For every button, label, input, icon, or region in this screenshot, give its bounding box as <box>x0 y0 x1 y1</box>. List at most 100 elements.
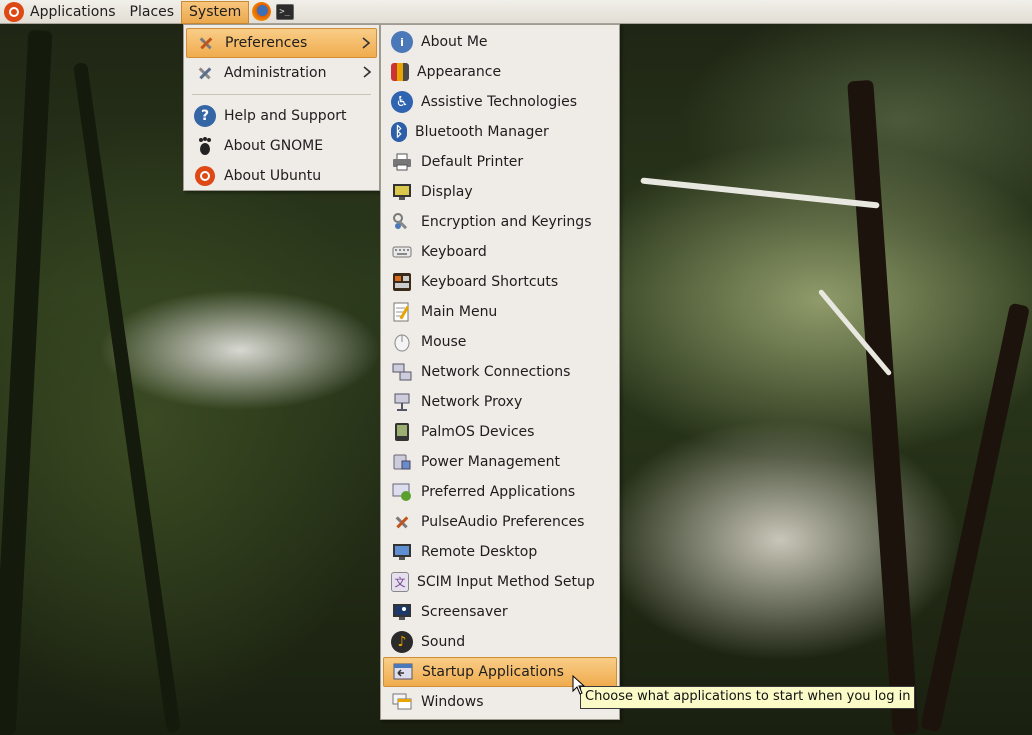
system-menu-label: System <box>189 4 242 20</box>
menu-item-power-management[interactable]: Power Management <box>383 447 617 477</box>
terminal-launcher[interactable]: >_ <box>274 1 296 23</box>
menu-item-label: Remote Desktop <box>421 544 538 560</box>
menu-item-network-connections[interactable]: Network Connections <box>383 357 617 387</box>
tree-trunk <box>919 302 1031 733</box>
menu-item-label: PalmOS Devices <box>421 424 535 440</box>
menu-item-label: Appearance <box>417 64 502 80</box>
applications-menu-label: Applications <box>30 3 116 20</box>
windows-icon <box>391 691 413 713</box>
top-panel: Applications Places System >_ <box>0 0 1032 24</box>
menu-item-default-printer[interactable]: Default Printer <box>383 147 617 177</box>
menu-item-keyboard[interactable]: Keyboard <box>383 237 617 267</box>
menu-item-pulseaudio-preferences[interactable]: PulseAudio Preferences <box>383 507 617 537</box>
remote-desktop-icon <box>391 541 413 563</box>
menu-item-remote-desktop[interactable]: Remote Desktop <box>383 537 617 567</box>
menu-item-sound[interactable]: ♪ Sound <box>383 627 617 657</box>
menu-item-screensaver[interactable]: Screensaver <box>383 597 617 627</box>
menu-item-bluetooth-manager[interactable]: ᛒ Bluetooth Manager <box>383 117 617 147</box>
menu-item-label: Network Connections <box>421 364 571 380</box>
scim-icon: 文 <box>391 572 409 592</box>
menu-item-label: Encryption and Keyrings <box>421 214 592 230</box>
menu-item-keyboard-shortcuts[interactable]: Keyboard Shortcuts <box>383 267 617 297</box>
pulseaudio-icon <box>391 511 413 533</box>
firefox-launcher[interactable] <box>250 1 272 23</box>
about-me-icon: i <box>391 31 413 53</box>
tooltip: Choose what applications to start when y… <box>580 686 916 709</box>
power-icon <box>391 451 413 473</box>
menu-item-label: Mouse <box>421 334 467 350</box>
network-connections-icon <box>391 361 413 383</box>
menu-item-appearance[interactable]: Appearance <box>383 57 617 87</box>
preferences-submenu: i About Me Appearance ♿ Assistive Techno… <box>380 24 620 720</box>
terminal-icon: >_ <box>276 3 295 20</box>
menu-item-label: About Ubuntu <box>224 168 322 184</box>
menu-item-display[interactable]: Display <box>383 177 617 207</box>
menu-item-administration[interactable]: Administration <box>186 58 377 88</box>
screensaver-icon <box>391 601 413 623</box>
menu-item-label: PulseAudio Preferences <box>421 514 585 530</box>
menu-item-label: Preferred Applications <box>421 484 576 500</box>
chevron-right-icon <box>363 66 371 78</box>
menu-item-label: Sound <box>421 634 466 650</box>
menu-item-palmos-devices[interactable]: PalmOS Devices <box>383 417 617 447</box>
firefox-icon <box>251 2 271 21</box>
accessibility-icon: ♿ <box>391 91 413 113</box>
preferences-icon <box>195 32 217 54</box>
menu-item-label: Keyboard <box>421 244 487 260</box>
menu-item-about-gnome[interactable]: About GNOME <box>186 131 377 161</box>
menu-item-label: Display <box>421 184 473 200</box>
menu-item-about-me[interactable]: i About Me <box>383 27 617 57</box>
menu-item-encryption-keyrings[interactable]: Encryption and Keyrings <box>383 207 617 237</box>
menu-item-mouse[interactable]: Mouse <box>383 327 617 357</box>
places-menu[interactable]: Places <box>123 0 182 24</box>
menu-item-preferred-applications[interactable]: Preferred Applications <box>383 477 617 507</box>
menu-item-label: Windows <box>421 694 484 710</box>
startup-apps-icon <box>392 661 414 683</box>
mouse-cursor-icon <box>572 675 586 695</box>
menu-item-help[interactable]: ? Help and Support <box>186 101 377 131</box>
menu-item-label: Default Printer <box>421 154 524 170</box>
palm-device-icon <box>391 421 413 443</box>
menu-item-label: Network Proxy <box>421 394 523 410</box>
printer-icon <box>391 151 413 173</box>
places-menu-label: Places <box>129 3 175 20</box>
menu-item-label: Main Menu <box>421 304 498 320</box>
chevron-right-icon <box>362 37 370 49</box>
display-icon <box>391 181 413 203</box>
menu-separator <box>192 94 371 95</box>
tree-trunk <box>73 62 181 733</box>
help-icon: ? <box>194 105 216 127</box>
ubuntu-icon <box>194 165 216 187</box>
menu-item-label: Preferences <box>225 35 308 51</box>
bluetooth-icon: ᛒ <box>391 122 407 142</box>
preferred-apps-icon <box>391 481 413 503</box>
menu-item-label: About GNOME <box>224 138 324 154</box>
menu-item-network-proxy[interactable]: Network Proxy <box>383 387 617 417</box>
menu-item-about-ubuntu[interactable]: About Ubuntu <box>186 161 377 191</box>
applications-menu[interactable]: Applications <box>0 0 123 24</box>
tree-branch <box>640 177 880 209</box>
menu-item-label: Power Management <box>421 454 561 470</box>
menu-item-assistive-technologies[interactable]: ♿ Assistive Technologies <box>383 87 617 117</box>
menu-item-label: SCIM Input Method Setup <box>417 574 595 590</box>
administration-icon <box>194 62 216 84</box>
menu-item-label: Bluetooth Manager <box>415 124 549 140</box>
main-menu-icon <box>391 301 413 323</box>
appearance-icon <box>391 63 409 81</box>
menu-item-label: Screensaver <box>421 604 508 620</box>
menu-item-preferences[interactable]: Preferences <box>186 28 377 58</box>
menu-item-label: Startup Applications <box>422 664 564 680</box>
menu-item-label: Assistive Technologies <box>421 94 578 110</box>
system-menu[interactable]: System <box>181 0 250 24</box>
menu-item-main-menu[interactable]: Main Menu <box>383 297 617 327</box>
network-proxy-icon <box>391 391 413 413</box>
menu-item-label: Keyboard Shortcuts <box>421 274 559 290</box>
tree-trunk <box>0 29 53 735</box>
system-dropdown: Preferences Administration ? Help and Su… <box>183 24 380 191</box>
keyboard-icon <box>391 241 413 263</box>
mouse-icon <box>391 331 413 353</box>
keyring-icon <box>391 211 413 233</box>
menu-item-scim-setup[interactable]: 文 SCIM Input Method Setup <box>383 567 617 597</box>
keyboard-shortcuts-icon <box>391 271 413 293</box>
menu-item-label: About Me <box>421 34 488 50</box>
